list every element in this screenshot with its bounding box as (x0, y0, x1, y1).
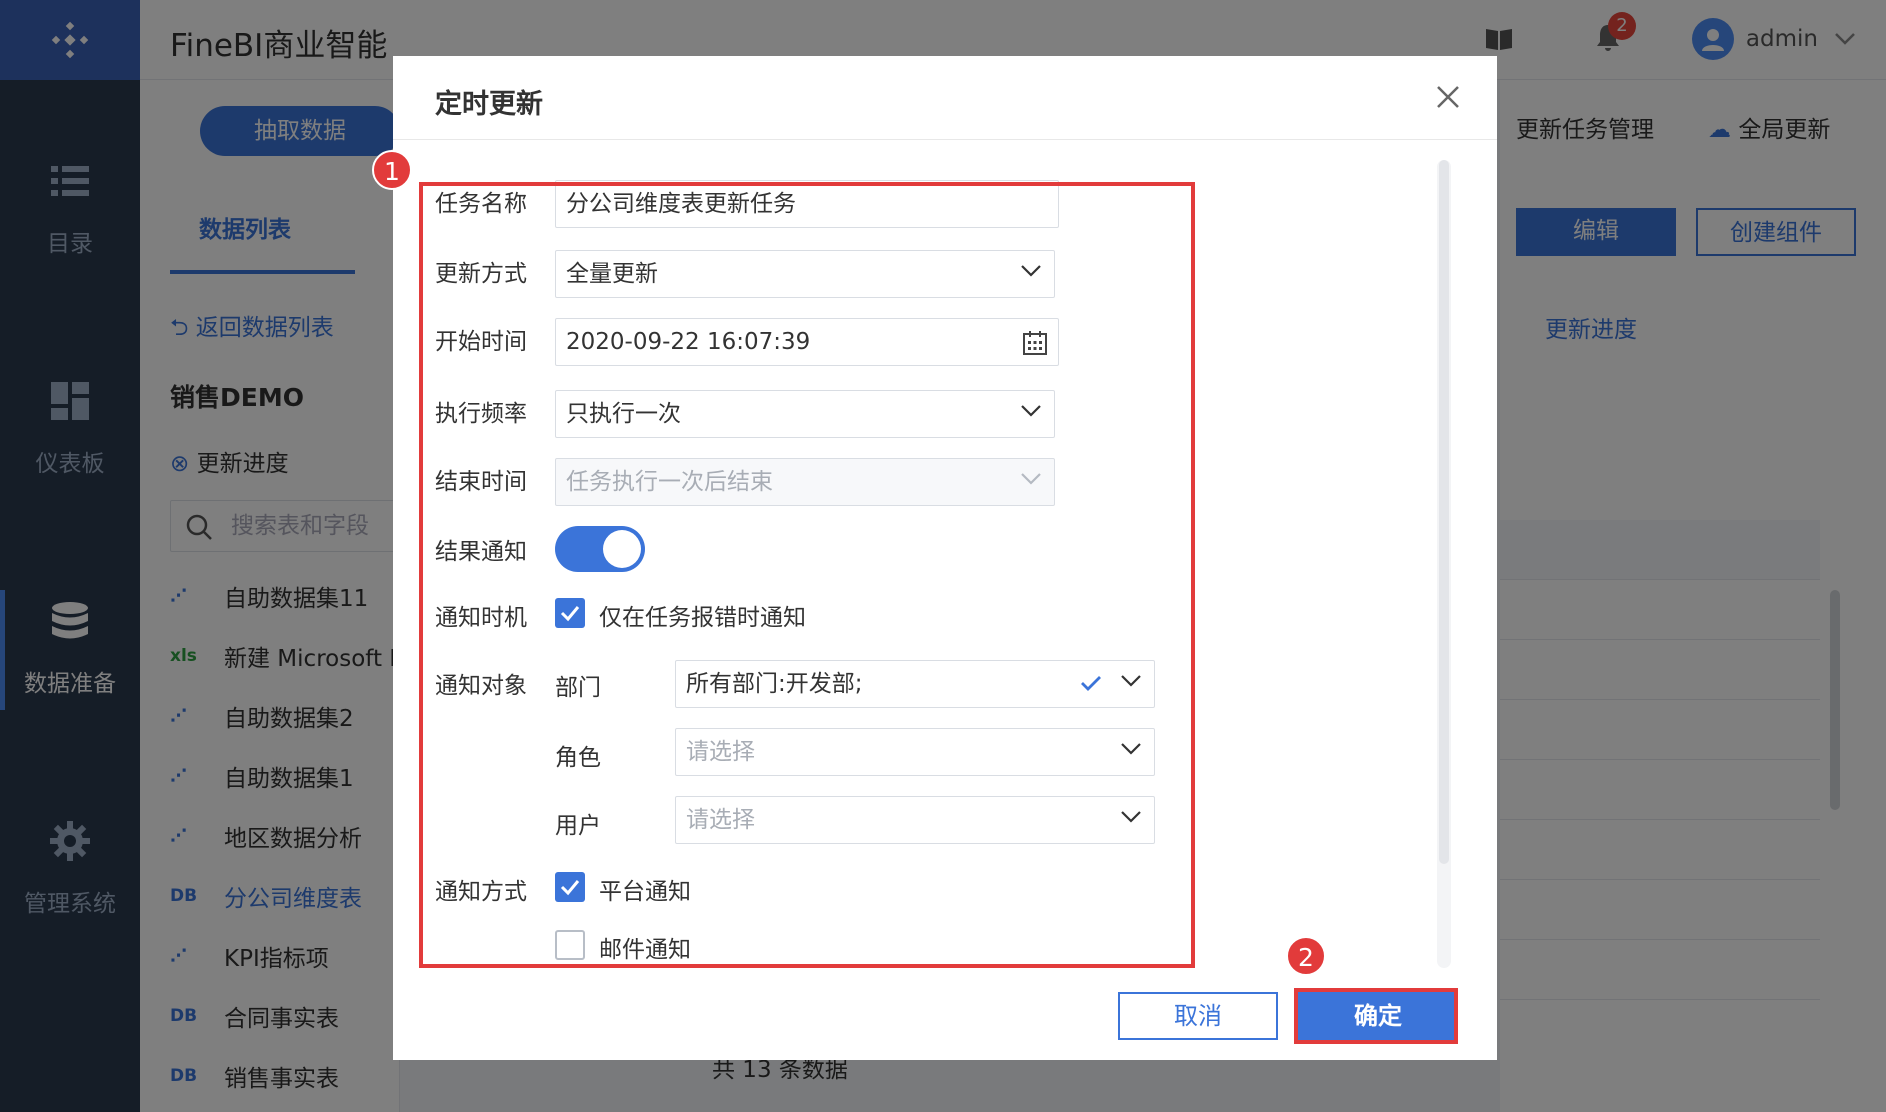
annotation-badge-2: 2 (1286, 936, 1326, 976)
annotation-badge-1: 1 (372, 150, 412, 190)
form-highlight-box (419, 182, 1195, 968)
close-icon[interactable] (1435, 84, 1461, 110)
scrollbar-thumb[interactable] (1439, 160, 1449, 864)
dialog-header: 定时更新 (393, 56, 1497, 140)
dialog-title: 定时更新 (435, 89, 543, 120)
dialog-scrollbar[interactable] (1437, 160, 1451, 968)
cancel-button[interactable]: 取消 (1118, 992, 1278, 1040)
confirm-highlight-box (1294, 988, 1458, 1044)
